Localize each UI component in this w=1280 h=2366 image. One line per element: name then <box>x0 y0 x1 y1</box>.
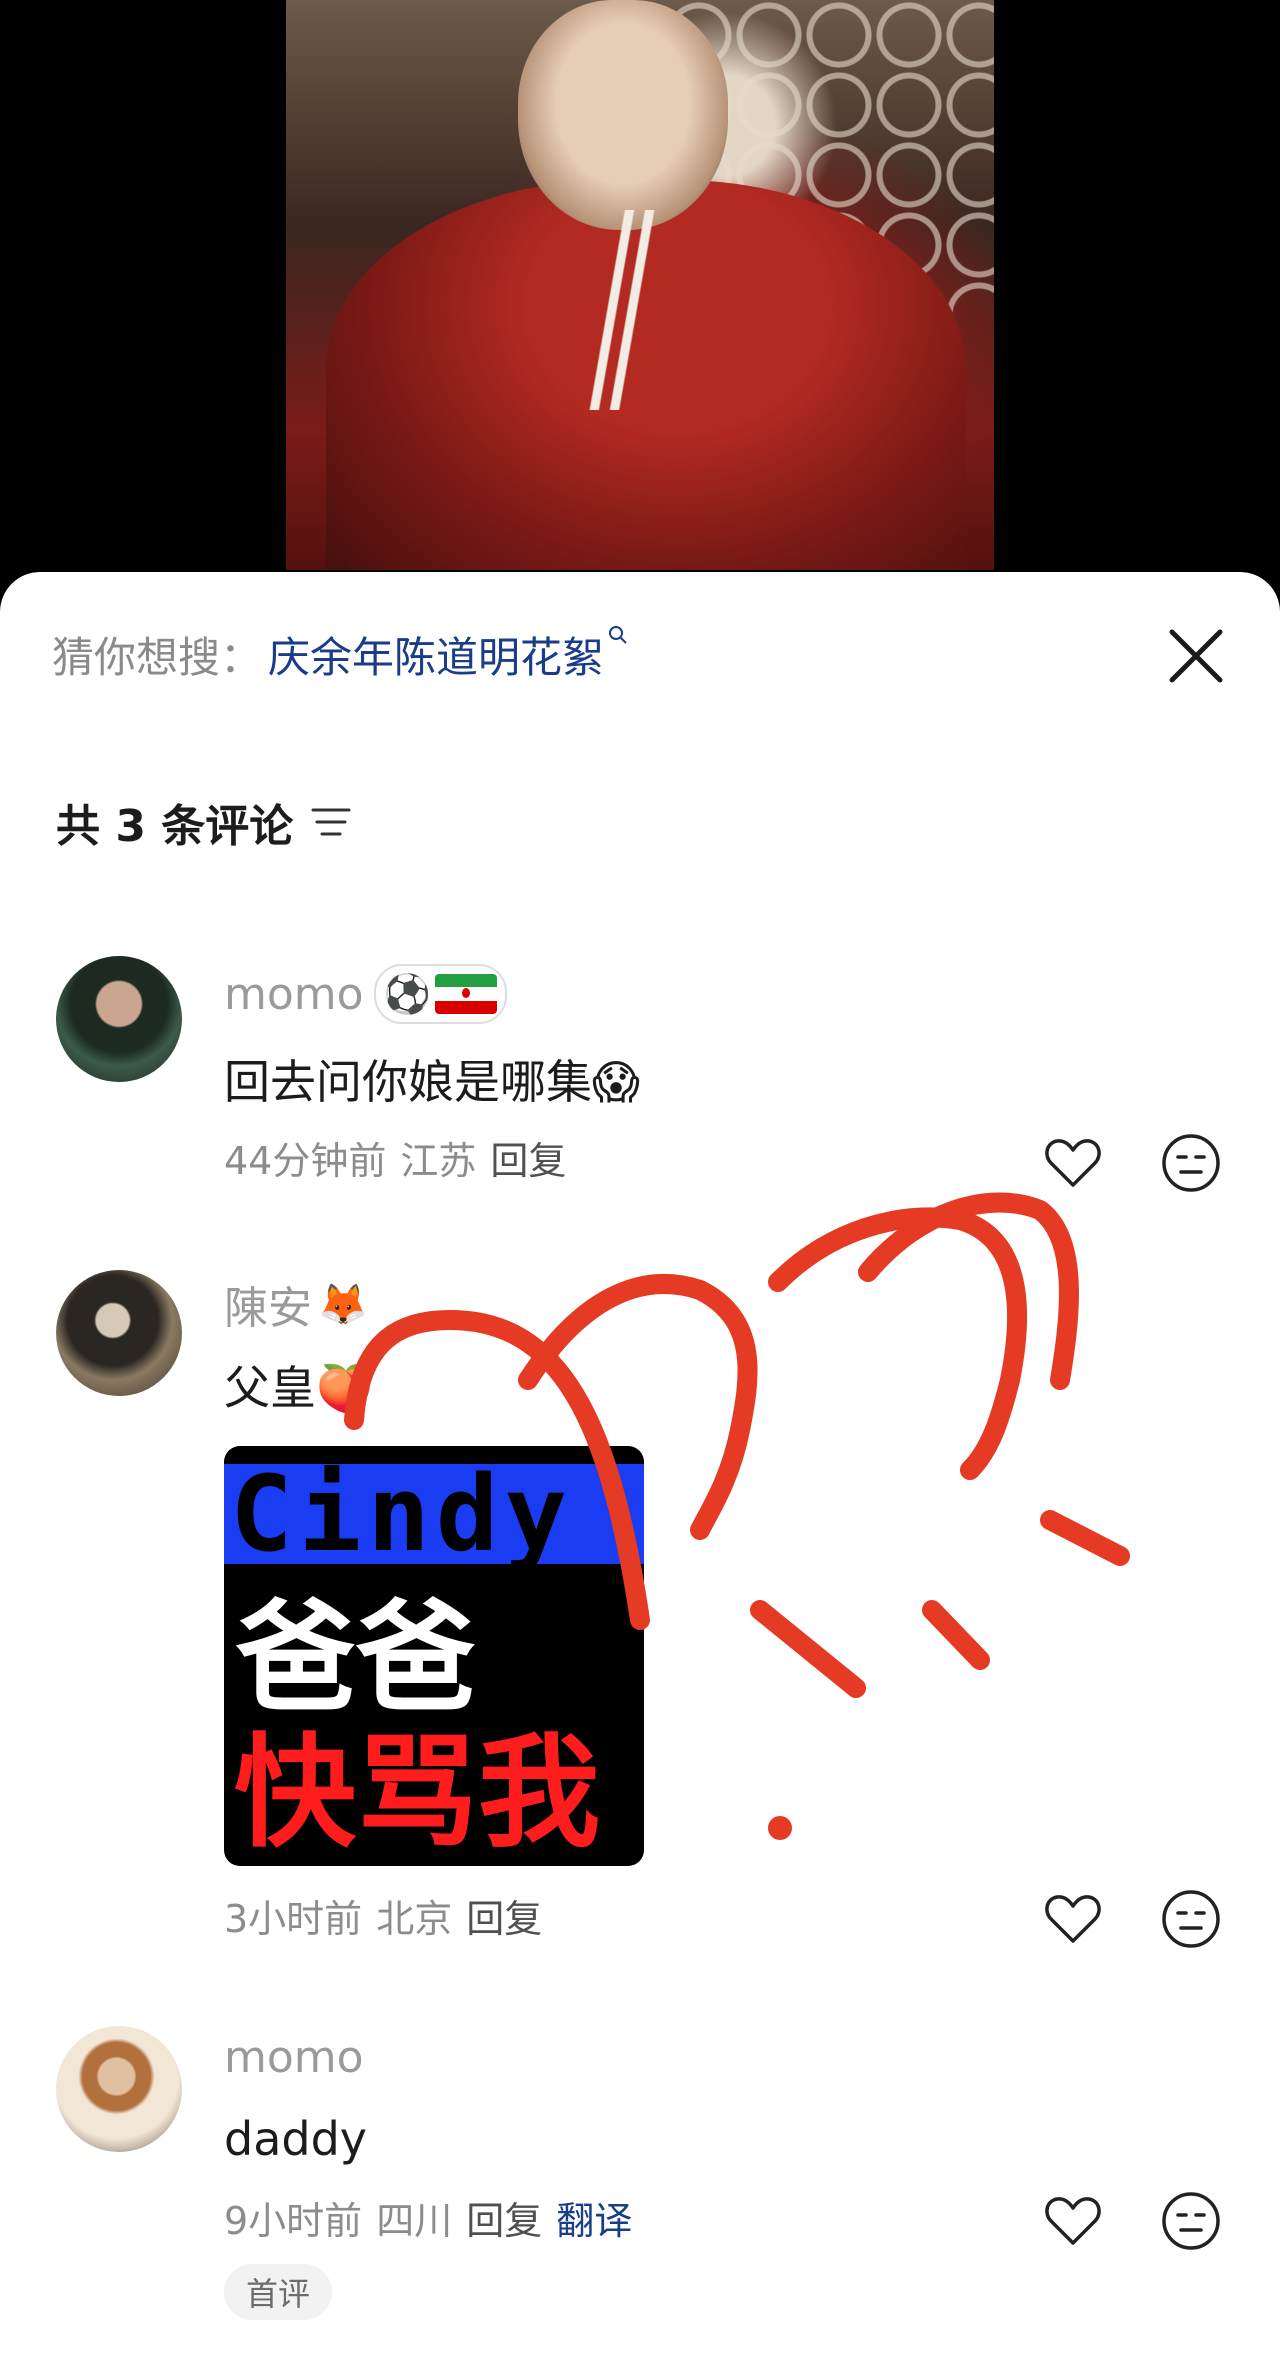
comment-sheet: 猜你想搜： 庆余年陈道明花絮 共 3 条评论 momo ⚽ 回去问你娘是哪集😱 … <box>0 572 1280 2366</box>
avatar[interactable] <box>56 956 182 1082</box>
close-icon <box>1169 629 1223 683</box>
comment-location: 江苏 <box>400 1139 477 1183</box>
search-icon <box>608 625 628 651</box>
close-button[interactable] <box>1164 624 1228 688</box>
comment-location: 北京 <box>376 1897 453 1941</box>
comment-time: 9小时前 <box>224 2199 363 2243</box>
search-suggestion[interactable]: 猜你想搜： 庆余年陈道明花絮 <box>52 624 628 684</box>
comment-body: daddy <box>224 2112 368 2166</box>
comment-text: 回去问你娘是哪集😱 <box>224 1046 640 1112</box>
comment-meta: 9小时前 四川 回复 翻译 <box>224 2190 632 2245</box>
translate-button[interactable]: 翻译 <box>556 2190 632 2245</box>
figure-head <box>518 0 728 230</box>
comment-sticker-image[interactable]: Cindy 爸爸 快骂我 <box>224 1446 644 1866</box>
comment-time: 3小时前 <box>224 1897 363 1941</box>
avatar[interactable] <box>56 1270 182 1396</box>
sticker-text-line3: 快骂我 <box>234 1722 600 1864</box>
first-comment-tag: 首评 <box>224 2264 333 2320</box>
suggestion-term[interactable]: 庆余年陈道明花絮 <box>268 624 604 685</box>
neutral-face-icon[interactable] <box>1160 1888 1222 1950</box>
username-text: momo <box>224 2032 364 2083</box>
sort-filter-icon[interactable] <box>309 804 353 840</box>
comment-count: 共 3 条评论 <box>56 801 294 852</box>
reply-button[interactable]: 回复 <box>466 2190 542 2245</box>
comment-text: daddy <box>224 2112 367 2166</box>
comment-text: 父皇🍑 <box>224 1352 373 1418</box>
suggestion-prefix: 猜你想搜： <box>52 632 263 682</box>
reply-button[interactable]: 回复 <box>490 1130 566 1185</box>
fox-emoji: 🦊 <box>318 1281 368 1328</box>
sticker-text-line2: 爸爸 <box>236 1589 476 1728</box>
scream-emoji: 😱 <box>592 1055 640 1109</box>
soccer-ball-icon: ⚽ <box>383 971 431 1016</box>
iran-flag-icon <box>434 974 497 1014</box>
comment-body: 回去问你娘是哪集 <box>224 1055 592 1109</box>
user-badge: ⚽ <box>373 964 507 1024</box>
sticker-text-line1: Cindy <box>224 1462 644 1566</box>
username-text: 陳安 <box>224 1283 312 1334</box>
heart-icon[interactable] <box>1042 1132 1104 1194</box>
comment-meta: 44分钟前 江苏 回复 <box>224 1130 566 1185</box>
neutral-face-icon[interactable] <box>1160 1132 1222 1194</box>
comment-count-header: 共 3 条评论 <box>56 790 353 854</box>
avatar[interactable] <box>56 2026 182 2152</box>
comment-body: 父皇 <box>224 1361 316 1415</box>
comment-username[interactable]: momo <box>224 2032 364 2083</box>
heart-icon[interactable] <box>1042 2190 1104 2252</box>
video-frame <box>286 0 994 570</box>
heart-icon[interactable] <box>1042 1888 1104 1950</box>
figure-collar <box>562 210 682 410</box>
comment-location: 四川 <box>376 2199 453 2243</box>
comment-username[interactable]: momo ⚽ <box>224 964 507 1024</box>
comment-username[interactable]: 陳安 🦊 <box>224 1272 368 1336</box>
comment-time: 44分钟前 <box>224 1139 387 1183</box>
reply-button[interactable]: 回复 <box>466 1888 542 1943</box>
video-area[interactable] <box>0 0 1280 600</box>
neutral-face-icon[interactable] <box>1160 2190 1222 2252</box>
comment-meta: 3小时前 北京 回复 <box>224 1888 542 1943</box>
username-text: momo <box>224 968 364 1020</box>
peach-emoji: 🍑 <box>316 1361 374 1415</box>
